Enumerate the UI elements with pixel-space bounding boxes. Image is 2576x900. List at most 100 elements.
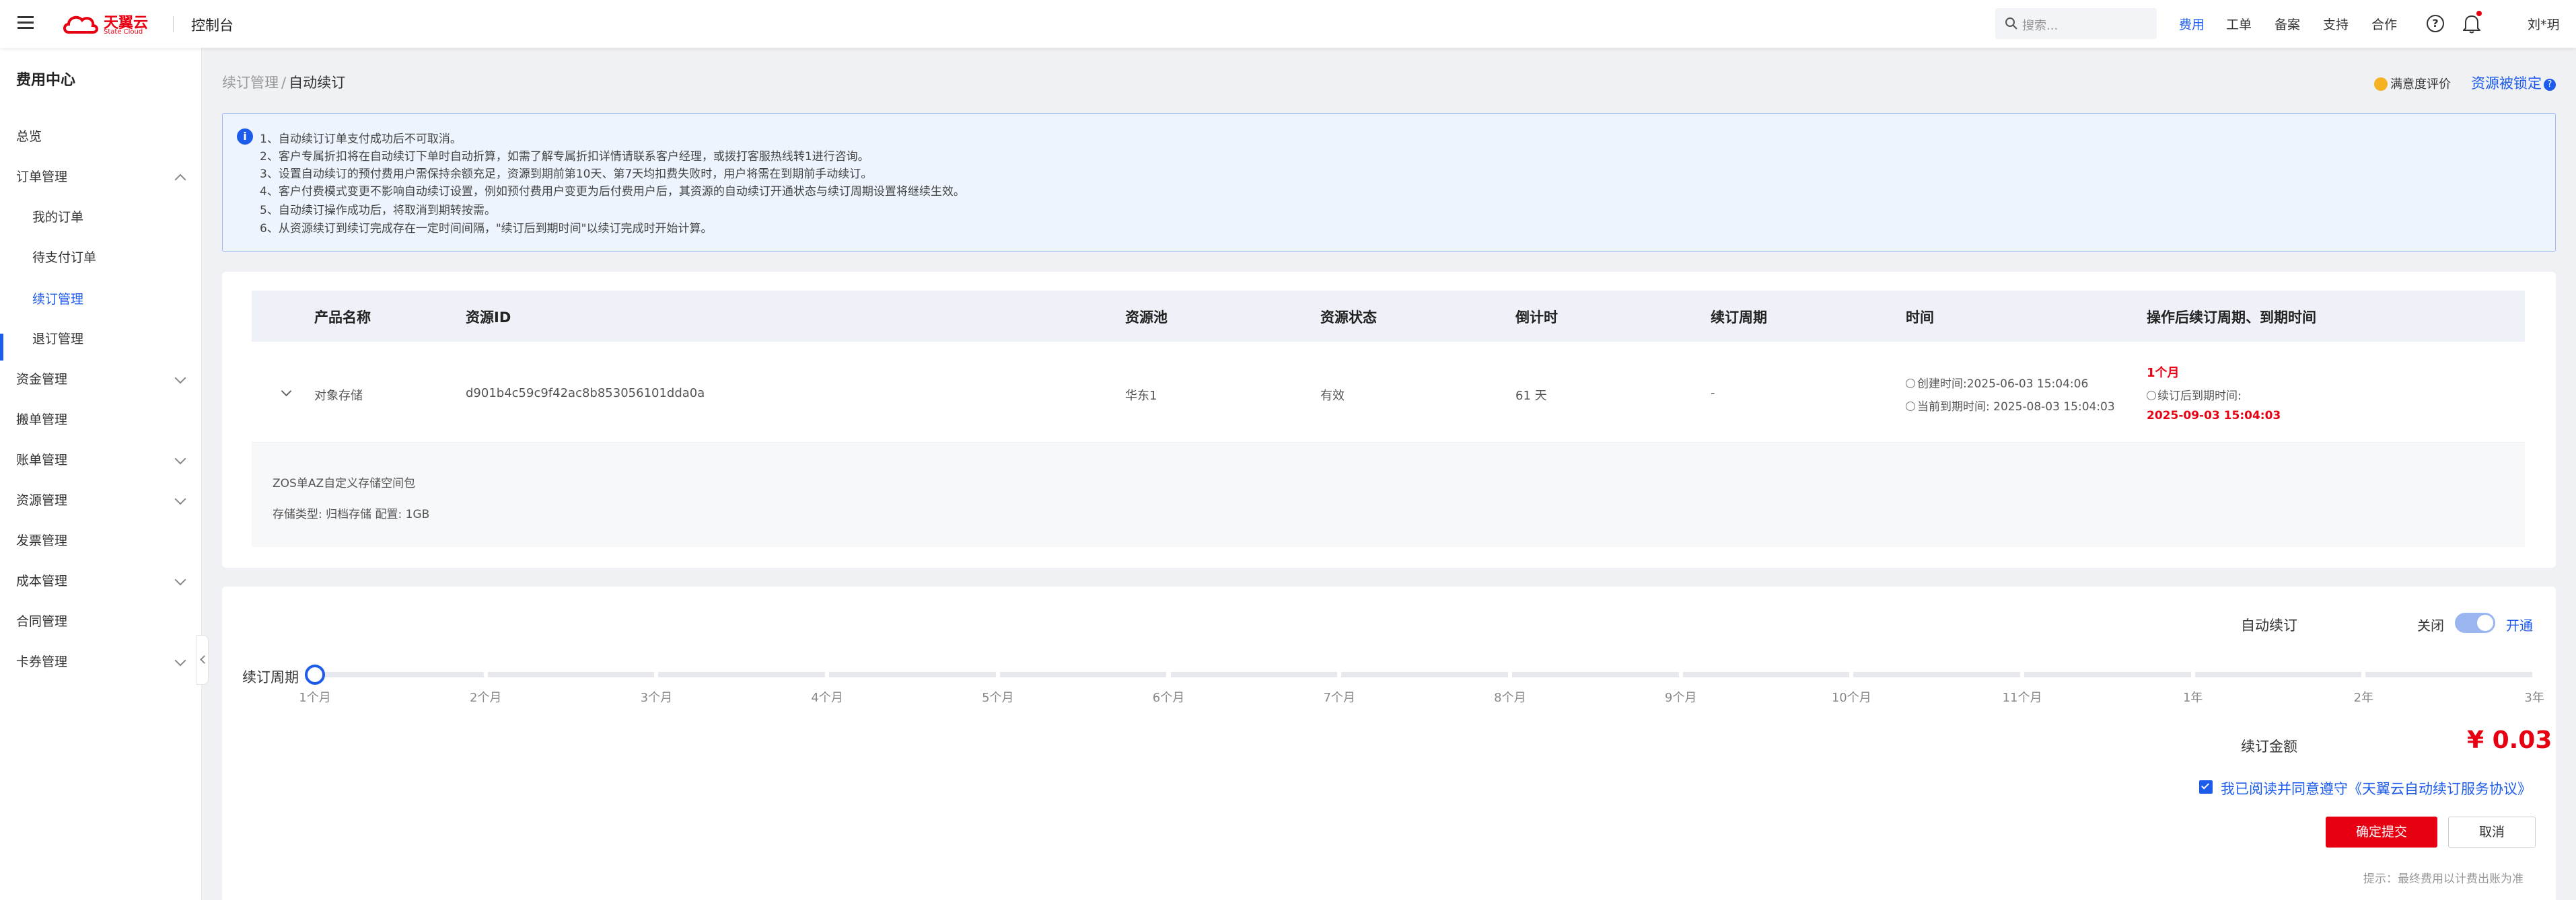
- user-name[interactable]: 刘*玥: [2528, 15, 2560, 33]
- chevron-down-icon: [174, 574, 186, 586]
- nav-support[interactable]: 支持: [2323, 15, 2349, 33]
- collapse-sidebar-button[interactable]: [196, 635, 209, 685]
- detail-product-name: ZOS单AZ自定义存储空间包: [273, 477, 416, 490]
- auto-renew-toggle[interactable]: [2455, 613, 2495, 633]
- clock-icon: [2147, 391, 2156, 400]
- cancel-label: 取消: [2478, 825, 2505, 839]
- period-tick-label[interactable]: 9个月: [1665, 688, 1696, 706]
- menu-icon[interactable]: [17, 16, 34, 30]
- created-time-text: 创建时间:2025-06-03 15:04:06: [1917, 377, 2089, 391]
- sidebar-item-pending[interactable]: 待支付订单: [32, 244, 201, 271]
- period-tick-label[interactable]: 8个月: [1494, 688, 1526, 706]
- sidebar-item-overview[interactable]: 总览: [16, 123, 184, 150]
- slider-segment[interactable]: [1511, 672, 1679, 677]
- slider-segment[interactable]: [2024, 672, 2191, 677]
- period-tick-label[interactable]: 11个月: [2003, 688, 2042, 706]
- slider-segment[interactable]: [487, 672, 655, 677]
- submit-button[interactable]: 确定提交: [2326, 817, 2437, 848]
- slider-segment[interactable]: [2365, 672, 2533, 677]
- period-label: 续订周期: [242, 669, 299, 685]
- detail-panel: [252, 443, 2525, 547]
- resource-locked-link[interactable]: 资源被锁定?: [2471, 73, 2556, 93]
- slider-segment[interactable]: [2194, 672, 2362, 677]
- sidebar-item-my-orders[interactable]: 我的订单: [32, 204, 201, 231]
- slider-segment[interactable]: [658, 672, 826, 677]
- detail-spec: 存储类型: 归档存储 配置: 1GB: [273, 508, 430, 521]
- col-header: 时间: [1906, 309, 1934, 326]
- sidebar-item-contract[interactable]: 合同管理: [16, 608, 184, 635]
- help-icon[interactable]: ?: [2427, 15, 2444, 32]
- period-tick-label[interactable]: 10个月: [1832, 688, 1871, 706]
- toggle-knob: [2477, 615, 2493, 631]
- sidebar-item-cost[interactable]: 成本管理: [16, 568, 186, 595]
- col-header: 资源状态: [1320, 309, 1377, 326]
- breadcrumb-parent[interactable]: 续订管理: [222, 75, 279, 91]
- cell-product: 对象存储: [314, 389, 363, 403]
- slider-segment[interactable]: [317, 672, 484, 677]
- sidebar-item-funds[interactable]: 资金管理: [16, 366, 186, 393]
- sidebar-item-bills[interactable]: 账单管理: [16, 447, 186, 474]
- clock-icon: [1906, 402, 1915, 411]
- sidebar-item-invoice[interactable]: 发票管理: [16, 527, 184, 554]
- divider: [173, 16, 174, 32]
- cancel-button[interactable]: 取消: [2448, 817, 2536, 848]
- sidebar-item-orders[interactable]: 订单管理: [16, 163, 186, 190]
- expire-time-text: 当前到期时间: 2025-08-03 15:04:03: [1917, 400, 2115, 414]
- sidebar-title: 费用中心: [16, 72, 76, 89]
- smile-icon: [2374, 77, 2388, 91]
- notice-line: 4、客户付费模式变更不影响自动续订设置，例如预付费用户变更为后付费用户后，其资源…: [260, 185, 965, 198]
- agree-checkbox[interactable]: [2199, 780, 2213, 794]
- notification-dot: [2476, 11, 2482, 16]
- slider-segment[interactable]: [1682, 672, 1850, 677]
- col-header: 续订周期: [1711, 309, 1767, 326]
- notice-line: 3、设置自动续订的预付费用户需保持余额充足，资源到期前第10天、第7天均扣费失败…: [260, 167, 873, 181]
- slider-segment[interactable]: [829, 672, 996, 677]
- after-period: 1个月: [2147, 366, 2180, 380]
- period-tick-label[interactable]: 4个月: [811, 688, 843, 706]
- col-header: 资源池: [1125, 309, 1168, 326]
- question-icon: ?: [2544, 79, 2556, 91]
- period-tick-label[interactable]: 1个月: [299, 688, 330, 706]
- sidebar-item-resources[interactable]: 资源管理: [16, 487, 186, 514]
- brand-logo[interactable]: 天翼云 State Cloud: [62, 11, 153, 38]
- sidebar-item-transfer[interactable]: 搬单管理: [16, 406, 184, 433]
- bell-icon[interactable]: [2462, 11, 2482, 34]
- slider-segment[interactable]: [999, 672, 1167, 677]
- breadcrumb-separator: /: [281, 75, 287, 91]
- slider-segment[interactable]: [1341, 672, 1508, 677]
- sidebar-item-renewal[interactable]: 续订管理: [32, 286, 201, 313]
- rating-link[interactable]: 满意度评价: [2374, 75, 2451, 92]
- chevron-up-icon: [174, 174, 186, 186]
- check-icon: [2201, 781, 2210, 790]
- agreement-link[interactable]: 《天翼云自动续订服务协议》: [2348, 781, 2532, 797]
- after-expire-label: 续订后到期时间:: [2147, 386, 2242, 403]
- sidebar-item-unsubscribe[interactable]: 退订管理: [32, 326, 201, 352]
- slider-segment[interactable]: [1170, 672, 1338, 677]
- console-link[interactable]: 控制台: [191, 15, 234, 35]
- chevron-down-icon: [174, 453, 186, 465]
- renew-settings-card: [222, 587, 2556, 900]
- after-expire-time: 2025-09-03 15:04:03: [2147, 409, 2281, 422]
- resource-locked-label: 资源被锁定: [2471, 75, 2542, 91]
- period-tick-label[interactable]: 5个月: [982, 688, 1013, 706]
- period-tick-label[interactable]: 6个月: [1153, 688, 1184, 706]
- nav-partner[interactable]: 合作: [2371, 15, 2397, 33]
- period-tick-label[interactable]: 1年: [2183, 688, 2203, 706]
- search-box[interactable]: 搜索...: [1995, 8, 2157, 39]
- breadcrumb-current: 自动续订: [289, 75, 346, 91]
- sidebar-item-coupons[interactable]: 卡券管理: [16, 648, 186, 675]
- nav-fee[interactable]: 费用: [2179, 15, 2205, 33]
- rating-label: 满意度评价: [2390, 77, 2451, 91]
- nav-ticket[interactable]: 工单: [2226, 15, 2252, 33]
- top-bar: 天翼云 State Cloud 控制台 搜索... 费用 工单 备案 支持 合作…: [0, 0, 2576, 48]
- period-tick-label[interactable]: 2个月: [470, 688, 501, 706]
- slider-handle[interactable]: [305, 665, 325, 685]
- period-tick-label[interactable]: 3个月: [641, 688, 672, 706]
- nav-filing[interactable]: 备案: [2275, 15, 2300, 33]
- slider-segment[interactable]: [1853, 672, 2020, 677]
- period-tick-label[interactable]: 7个月: [1323, 688, 1355, 706]
- brand-name-en: State Cloud: [104, 28, 143, 36]
- col-header: 产品名称: [314, 309, 371, 326]
- period-tick-label[interactable]: 2年: [2354, 688, 2373, 706]
- period-tick-label[interactable]: 3年: [2524, 688, 2544, 706]
